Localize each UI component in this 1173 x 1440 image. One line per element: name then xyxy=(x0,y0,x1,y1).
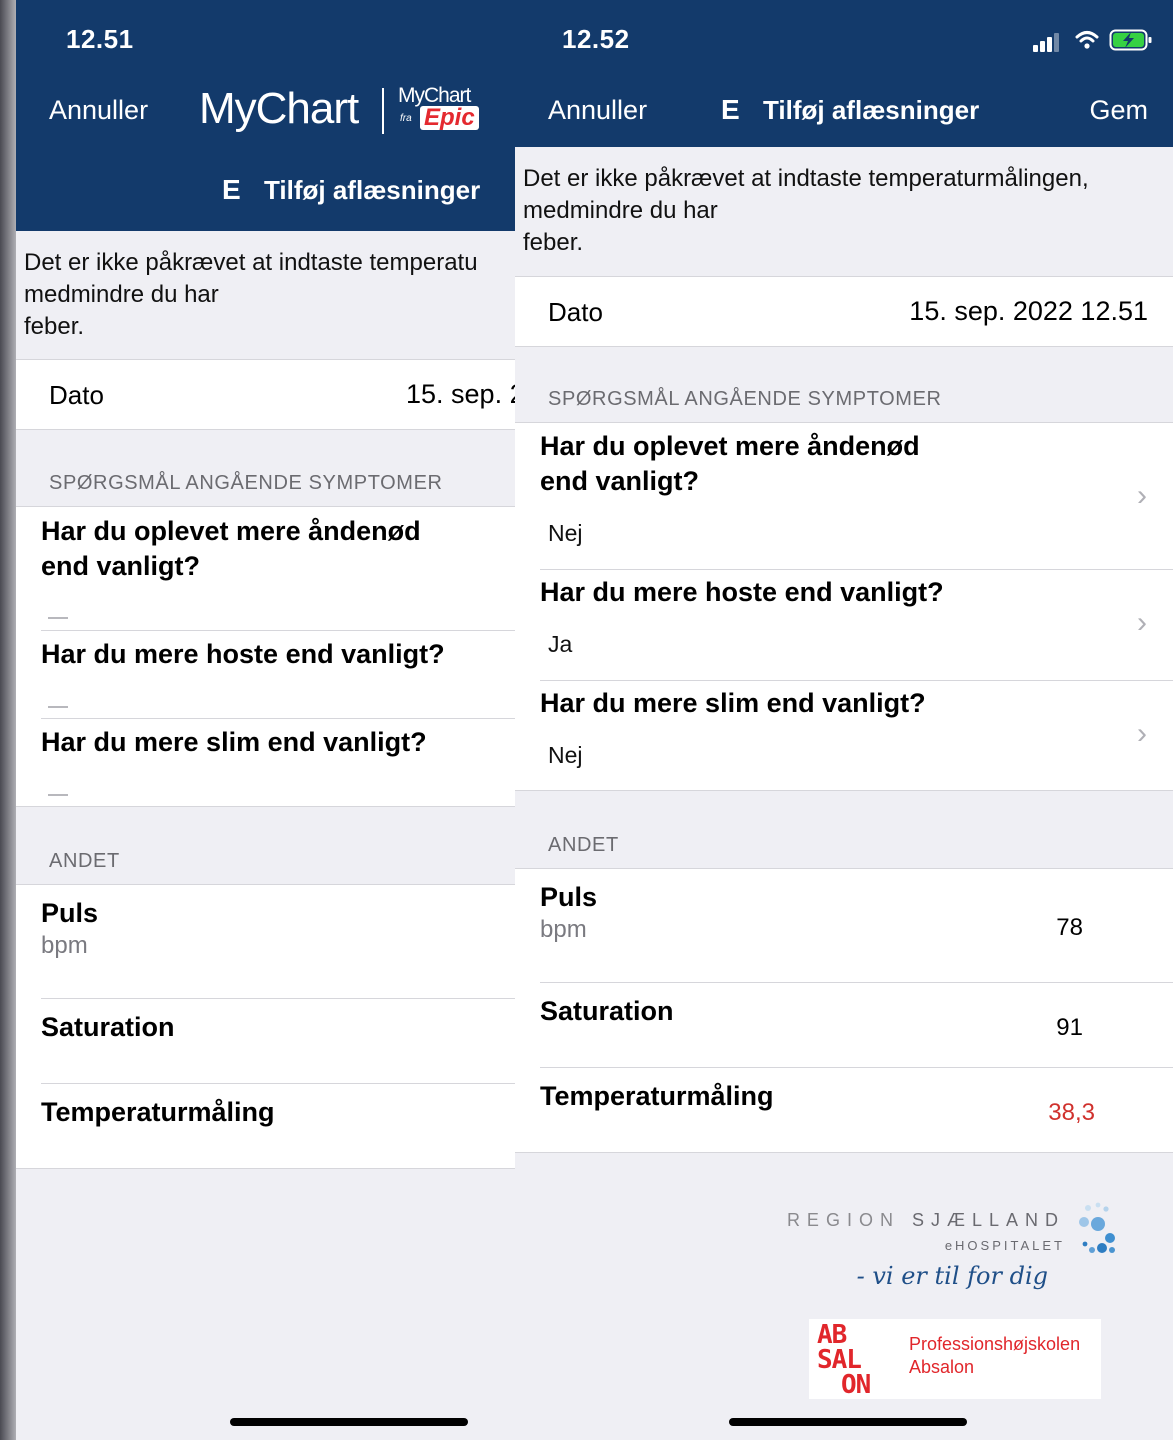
region-subtitle: eHOSPITALET xyxy=(944,1238,1065,1253)
pulse-value[interactable]: 78 xyxy=(1056,914,1083,942)
question-row-breathlessness[interactable]: Har du oplevet mere åndenød end vanligt?… xyxy=(515,423,1173,569)
notice-line: Det er ikke påkrævet at indtaste tempera… xyxy=(523,165,1089,192)
temperature-label: Temperaturmåling xyxy=(540,1081,774,1111)
answer-value: Ja xyxy=(548,631,573,657)
region-name: REGION SJÆLLAND xyxy=(786,1210,1065,1230)
saturation-value[interactable]: 91 xyxy=(1056,1014,1083,1042)
notice-line: medmindre du har xyxy=(523,197,718,224)
question-cough[interactable]: Har du mere hoste end vanligt? xyxy=(41,637,445,672)
save-button[interactable]: Gem xyxy=(1089,95,1148,126)
region-tagline: - vi er til for dig xyxy=(856,1262,1048,1290)
question-mucus[interactable]: Har du mere slim end vanligt? xyxy=(41,725,427,760)
pulse-unit: bpm xyxy=(41,932,88,959)
notice-line: feber. xyxy=(24,313,85,340)
absalon-mark: AB SAL ON xyxy=(817,1320,871,1400)
row-divider xyxy=(41,630,515,631)
date-value[interactable]: 15. sep. 2022 12.51 xyxy=(909,296,1148,327)
section-header-other: ANDET xyxy=(548,834,619,856)
question-text: Har du oplevet mere åndenød xyxy=(540,431,920,461)
cancel-button[interactable]: Annuller xyxy=(49,95,148,126)
pulse-label[interactable]: Puls xyxy=(41,898,98,929)
temperature-label[interactable]: Temperaturmåling xyxy=(41,1097,275,1128)
e-letter-icon: E xyxy=(222,174,241,205)
section-header-symptoms: SPØRGSMÅL ANGÅENDE SYMPTOMER xyxy=(49,472,443,494)
question-row-mucus[interactable]: Har du mere slim end vanligt? Nej › xyxy=(515,681,1173,790)
empty-answer-dash xyxy=(48,617,68,619)
empty-answer-dash xyxy=(48,794,68,796)
question-breathlessness: Har du oplevet mere åndenød end vanligt? xyxy=(540,429,920,499)
section-header-other: ANDET xyxy=(49,850,120,872)
answer-value: Nej xyxy=(548,742,583,768)
e-letter-icon: E xyxy=(721,94,740,125)
absalon-logo: AB SAL ON Professionshøjskolen Absalon xyxy=(809,1319,1101,1399)
logo-fra-text: fra xyxy=(400,113,412,124)
date-label: Dato xyxy=(548,297,603,327)
saturation-label[interactable]: Saturation xyxy=(41,1012,175,1043)
chevron-right-icon: › xyxy=(1137,479,1147,512)
question-mucus: Har du mere slim end vanligt? xyxy=(540,688,926,718)
question-cough: Har du mere hoste end vanligt? xyxy=(540,577,944,607)
date-row[interactable]: Dato 15. sep. 2 xyxy=(16,359,515,430)
mychart-epic-logo: MyChart fra Epic xyxy=(398,84,498,138)
home-indicator[interactable] xyxy=(729,1418,967,1426)
question-text: Har du oplevet mere åndenød xyxy=(41,516,421,546)
status-icons xyxy=(1033,28,1153,52)
absalon-name: Professionshøjskolen Absalon xyxy=(909,1334,1081,1377)
question-text: end vanligt? xyxy=(540,466,700,496)
logo-divider xyxy=(382,88,384,134)
symptom-questions: Har du oplevet mere åndenød end vanligt?… xyxy=(515,422,1173,791)
pulse-label: Puls xyxy=(540,882,598,912)
temperature-value[interactable]: 38,3 xyxy=(1048,1099,1095,1127)
page-title: E Tilføj aflæsninger xyxy=(721,94,979,126)
page-title: E Tilføj aflæsninger xyxy=(222,174,480,206)
nav-bar: 12.52 Annuller E Tilføj aflæsninger Gem xyxy=(515,0,1173,147)
status-time: 12.52 xyxy=(562,24,630,54)
notice-line: Det er ikke påkrævet at indtaste tempera… xyxy=(24,249,478,276)
row-divider xyxy=(540,1067,1173,1068)
page-title-text: Tilføj aflæsninger xyxy=(763,95,980,125)
question-breathlessness[interactable]: Har du oplevet mere åndenød end vanligt? xyxy=(41,514,421,584)
date-row[interactable]: Dato 15. sep. 2022 12.51 xyxy=(515,276,1173,347)
notice-line: medmindre du har xyxy=(24,281,219,308)
answer-value: Nej xyxy=(548,520,583,546)
right-screen: 12.52 Annuller E Tilføj aflæsninger Gem … xyxy=(515,0,1173,1440)
row-divider xyxy=(41,718,515,719)
row-divider xyxy=(540,982,1173,983)
section-header-symptoms: SPØRGSMÅL ANGÅENDE SYMPTOMER xyxy=(548,388,942,410)
row-divider xyxy=(41,1083,515,1084)
row-divider xyxy=(41,998,515,999)
home-indicator[interactable] xyxy=(230,1418,468,1426)
question-text: end vanligt? xyxy=(41,551,201,581)
chevron-right-icon: › xyxy=(1137,717,1147,750)
wifi-icon xyxy=(1075,31,1099,49)
page-title-text: Tilføj aflæsninger xyxy=(264,175,481,205)
symptom-questions: Har du oplevet mere åndenød end vanligt?… xyxy=(16,506,515,807)
cancel-button[interactable]: Annuller xyxy=(548,95,647,126)
question-row-cough[interactable]: Har du mere hoste end vanligt? Ja › xyxy=(515,570,1173,680)
vitals-list: Puls bpm Saturation Temperaturmåling xyxy=(16,884,515,1169)
region-dots-icon xyxy=(1079,1202,1115,1253)
date-label: Dato xyxy=(49,380,104,410)
date-value[interactable]: 15. sep. 2 xyxy=(406,379,515,410)
left-screen: 12.51 Annuller MyChart MyChart fra Epic … xyxy=(16,0,515,1440)
vitals-list: Puls bpm 78 Saturation 91 Temperaturmåli… xyxy=(515,868,1173,1153)
chevron-right-icon: › xyxy=(1137,606,1147,639)
mychart-logo: MyChart xyxy=(199,84,359,133)
empty-answer-dash xyxy=(48,706,68,708)
nav-bar: 12.51 Annuller MyChart MyChart fra Epic … xyxy=(16,0,515,231)
status-time: 12.51 xyxy=(66,24,134,54)
fever-notice: Det er ikke påkrævet at indtaste tempera… xyxy=(24,247,478,343)
battery-charging-icon xyxy=(1109,29,1152,51)
signal-bars-icon xyxy=(1033,28,1067,52)
pulse-unit: bpm xyxy=(540,916,587,943)
notice-line: feber. xyxy=(523,229,584,256)
fever-notice: Det er ikke påkrævet at indtaste tempera… xyxy=(523,163,1089,259)
epic-logo: Epic xyxy=(420,106,479,130)
region-sjaelland-logo: REGION SJÆLLAND eHOSPITALET - vi er til … xyxy=(787,1200,1120,1310)
saturation-label: Saturation xyxy=(540,996,674,1026)
